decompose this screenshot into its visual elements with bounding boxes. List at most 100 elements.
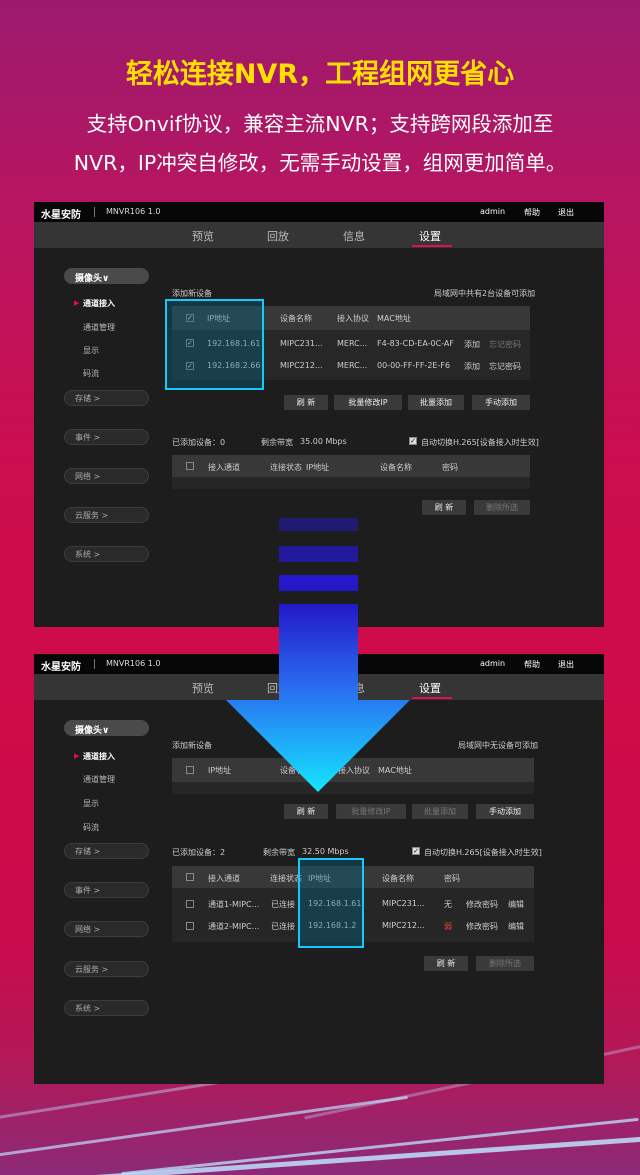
sidebar-item-display[interactable]: 显示 bbox=[83, 798, 99, 809]
tab-playback[interactable]: 回放 bbox=[248, 680, 308, 696]
tab-info[interactable]: 信息 bbox=[324, 680, 384, 696]
col-mac: MAC地址 bbox=[377, 314, 411, 323]
added-count: 已添加设备：0 bbox=[172, 438, 226, 447]
sidebar-system[interactable]: 系统 > bbox=[64, 1000, 149, 1016]
divider bbox=[94, 659, 95, 669]
active-caret-icon: ▶ bbox=[74, 299, 80, 307]
main-nav: 预览 回放 信息 设置 bbox=[34, 674, 604, 700]
help-link[interactable]: 帮助 bbox=[524, 659, 540, 670]
row-status: 已连接 bbox=[271, 922, 295, 931]
sidebar-system[interactable]: 系统 > bbox=[64, 546, 149, 562]
sidebar-storage[interactable]: 存储 > bbox=[64, 843, 149, 859]
add-link[interactable]: 添加 bbox=[464, 361, 480, 372]
device-table-body bbox=[172, 782, 534, 794]
manual-add-button[interactable]: 手动添加 bbox=[472, 395, 530, 410]
edit-link[interactable]: 编辑 bbox=[508, 921, 524, 932]
auto-h265-checkbox[interactable]: ✓ bbox=[412, 847, 420, 855]
refresh-button[interactable]: 刷 新 bbox=[422, 500, 466, 515]
row-mac: 00-00-FF-FF-2E-F6 bbox=[377, 361, 451, 370]
sidebar-network[interactable]: 网络 > bbox=[64, 921, 149, 937]
top-bar: 水星安防 MNVR106 1.0 admin 帮助 退出 bbox=[34, 654, 604, 674]
col-name: 设备名称 bbox=[280, 314, 312, 323]
user-link[interactable]: admin bbox=[480, 659, 505, 668]
row-name: MIPC231... bbox=[382, 899, 425, 908]
ip-highlight-box bbox=[165, 299, 264, 390]
forgot-password-link[interactable]: 忘记密码 bbox=[489, 339, 521, 350]
sidebar-item-channel-manage[interactable]: 通道管理 bbox=[83, 774, 115, 785]
tab-settings[interactable]: 设置 bbox=[400, 680, 460, 696]
delete-selected-button[interactable]: 删除所选 bbox=[476, 956, 534, 971]
col-channel: 接入通道 bbox=[208, 874, 240, 883]
col-ip: IP地址 bbox=[208, 766, 232, 775]
refresh-button[interactable]: 刷 新 bbox=[284, 395, 328, 410]
col-password: 密码 bbox=[444, 874, 460, 883]
sidebar-item-channel-manage[interactable]: 通道管理 bbox=[83, 322, 115, 333]
sidebar-item-display[interactable]: 显示 bbox=[83, 345, 99, 356]
manual-add-button[interactable]: 手动添加 bbox=[476, 804, 534, 819]
select-all-checkbox[interactable] bbox=[186, 462, 194, 470]
auto-h265-label: 自动切换H.265[设备接入时生效] bbox=[424, 848, 542, 857]
row-protocol: MERC... bbox=[337, 339, 368, 348]
sidebar-events[interactable]: 事件 > bbox=[64, 882, 149, 898]
tab-info[interactable]: 信息 bbox=[324, 228, 384, 244]
sidebar-events[interactable]: 事件 > bbox=[64, 429, 149, 445]
tab-playback[interactable]: 回放 bbox=[248, 228, 308, 244]
top-bar: 水星安防 MNVR106 1.0 admin 帮助 退出 bbox=[34, 202, 604, 222]
row-checkbox[interactable] bbox=[186, 900, 194, 908]
tab-preview[interactable]: 预览 bbox=[173, 680, 233, 696]
auto-h265-label: 自动切换H.265[设备接入时生效] bbox=[421, 438, 539, 447]
sidebar-item-channel-access[interactable]: 通道接入 bbox=[83, 751, 115, 762]
delete-selected-button[interactable]: 删除所选 bbox=[474, 500, 530, 515]
row-name: MIPC212... bbox=[280, 361, 323, 370]
sidebar-storage[interactable]: 存储 > bbox=[64, 390, 149, 406]
sidebar-camera-group[interactable]: 摄像头∨ bbox=[64, 268, 149, 284]
sidebar-network[interactable]: 网络 > bbox=[64, 468, 149, 484]
sidebar-cloud[interactable]: 云服务 > bbox=[64, 507, 149, 523]
edit-password-link[interactable]: 修改密码 bbox=[466, 899, 498, 910]
password-strength: 弱 bbox=[444, 922, 452, 931]
brand-logo: 水星安防 bbox=[41, 662, 81, 673]
add-link[interactable]: 添加 bbox=[464, 339, 480, 350]
select-all-checkbox[interactable] bbox=[186, 873, 194, 881]
active-tab-underline bbox=[412, 245, 452, 247]
active-tab-underline bbox=[412, 697, 452, 699]
add-device-title: 添加新设备 bbox=[172, 289, 212, 298]
lan-info: 局域网中无设备可添加 bbox=[458, 741, 538, 750]
refresh-button[interactable]: 刷 新 bbox=[424, 956, 468, 971]
logout-link[interactable]: 退出 bbox=[558, 207, 574, 218]
auto-h265-checkbox[interactable]: ✓ bbox=[409, 437, 417, 445]
sidebar-cloud[interactable]: 云服务 > bbox=[64, 961, 149, 977]
model-label: MNVR106 1.0 bbox=[106, 207, 161, 216]
password-strength: 无 bbox=[444, 900, 452, 909]
bandwidth-value: 32.50 Mbps bbox=[302, 847, 349, 856]
tab-preview[interactable]: 预览 bbox=[173, 228, 233, 244]
batch-edit-ip-button[interactable]: 批量修改IP bbox=[334, 395, 402, 410]
logout-link[interactable]: 退出 bbox=[558, 659, 574, 670]
batch-edit-ip-button[interactable]: 批量修改IP bbox=[336, 804, 406, 819]
tab-settings[interactable]: 设置 bbox=[400, 228, 460, 244]
edit-link[interactable]: 编辑 bbox=[508, 899, 524, 910]
col-protocol: 接入协议 bbox=[337, 314, 369, 323]
select-all-checkbox[interactable] bbox=[186, 766, 194, 774]
col-status: 连接状态 bbox=[270, 463, 302, 472]
edit-password-link[interactable]: 修改密码 bbox=[466, 921, 498, 932]
batch-add-button[interactable]: 批量添加 bbox=[412, 804, 468, 819]
sidebar-item-stream[interactable]: 码流 bbox=[83, 368, 99, 379]
row-checkbox[interactable] bbox=[186, 922, 194, 930]
divider bbox=[94, 207, 95, 217]
help-link[interactable]: 帮助 bbox=[524, 207, 540, 218]
bandwidth-label: 剩余带宽 bbox=[263, 848, 295, 857]
row-name: MIPC212... bbox=[382, 921, 425, 930]
user-link[interactable]: admin bbox=[480, 207, 505, 216]
col-name: 设备名称 bbox=[380, 463, 412, 472]
main-nav: 预览 回放 信息 设置 bbox=[34, 222, 604, 248]
lan-info: 局域网中共有2台设备可添加 bbox=[434, 289, 536, 298]
sidebar-item-stream[interactable]: 码流 bbox=[83, 822, 99, 833]
batch-add-button[interactable]: 批量添加 bbox=[408, 395, 464, 410]
sidebar-camera-group[interactable]: 摄像头∨ bbox=[64, 720, 149, 736]
sidebar-item-channel-access[interactable]: 通道接入 bbox=[83, 298, 115, 309]
forgot-password-link[interactable]: 忘记密码 bbox=[489, 361, 521, 372]
refresh-button[interactable]: 刷 新 bbox=[284, 804, 328, 819]
row-mac: F4-83-CD-EA-0C-AF bbox=[377, 339, 454, 348]
col-channel: 接入通道 bbox=[208, 463, 240, 472]
